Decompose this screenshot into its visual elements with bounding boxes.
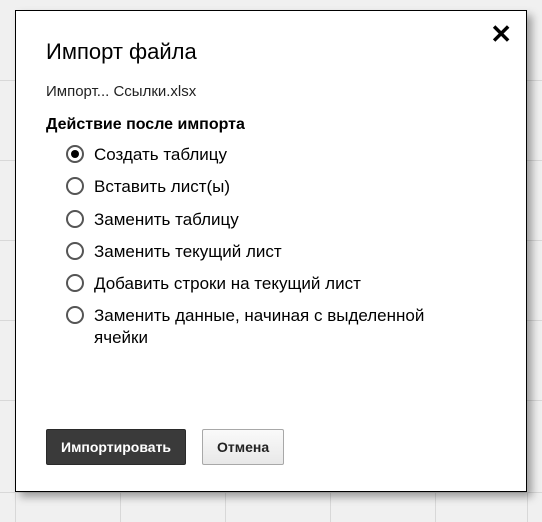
dialog-title: Импорт файла [46, 39, 498, 65]
option-insert-sheets[interactable]: Вставить лист(ы) [66, 176, 498, 197]
option-replace-table[interactable]: Заменить таблицу [66, 209, 498, 230]
radio-icon [66, 177, 84, 195]
radio-icon [66, 242, 84, 260]
radio-icon [66, 145, 84, 163]
import-action-options: Создать таблицу Вставить лист(ы) Заменит… [44, 144, 498, 348]
cancel-button[interactable]: Отмена [202, 429, 284, 465]
option-label: Заменить данные, начиная с выделенной яч… [94, 305, 474, 348]
option-label: Вставить лист(ы) [94, 176, 230, 197]
option-label: Заменить текущий лист [94, 241, 282, 262]
dialog-button-row: Импортировать Отмена [46, 429, 284, 465]
option-append-rows[interactable]: Добавить строки на текущий лист [66, 273, 498, 294]
option-create-table[interactable]: Создать таблицу [66, 144, 498, 165]
import-button[interactable]: Импортировать [46, 429, 186, 465]
option-replace-from-cell[interactable]: Заменить данные, начиная с выделенной яч… [66, 305, 498, 348]
option-label: Заменить таблицу [94, 209, 239, 230]
radio-icon [66, 306, 84, 324]
close-icon[interactable]: ✕ [490, 21, 512, 47]
option-replace-current-sheet[interactable]: Заменить текущий лист [66, 241, 498, 262]
import-file-dialog: ✕ Импорт файла Импорт... Ссылки.xlsx Дей… [15, 10, 527, 492]
import-file-name: Импорт... Ссылки.xlsx [46, 83, 498, 100]
option-label: Создать таблицу [94, 144, 227, 165]
radio-icon [66, 274, 84, 292]
radio-icon [66, 210, 84, 228]
action-section-label: Действие после импорта [46, 116, 498, 134]
option-label: Добавить строки на текущий лист [94, 273, 361, 294]
